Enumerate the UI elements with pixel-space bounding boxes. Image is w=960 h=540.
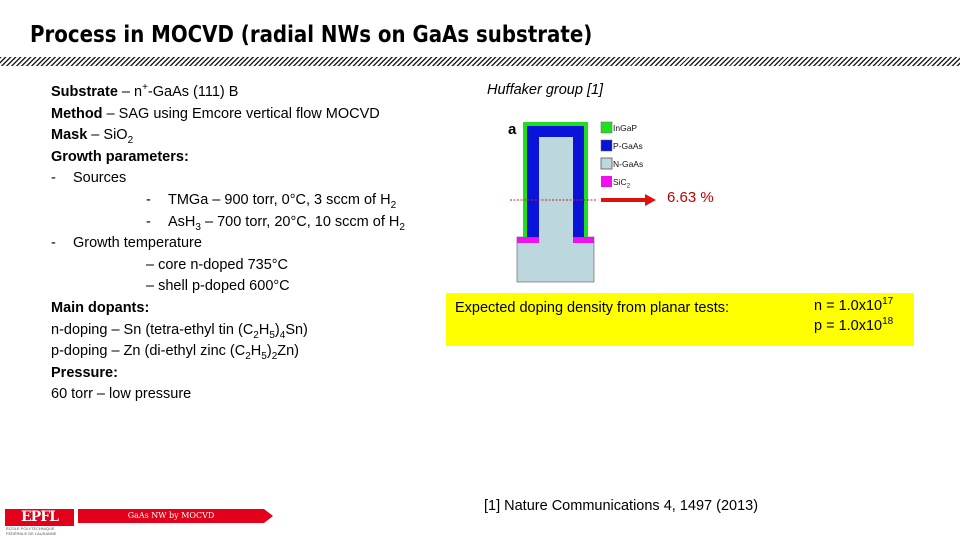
sources-line: - Sources <box>51 168 405 190</box>
shell-temp-line: – shell p-doped 600°C <box>146 278 290 295</box>
epfl-logo: EPFL ÉCOLE POLYTECHNIQUE FÉDÉRALE DE LAUS… <box>5 509 75 536</box>
logo-text: EPFL <box>21 509 59 525</box>
bullet: - <box>146 213 151 230</box>
bullet: - <box>51 170 56 187</box>
bullet: - <box>146 191 151 208</box>
p-doping-text: p-doping – Zn (di-ethyl zinc (C <box>51 343 246 360</box>
growth-temp-label: Growth temperature <box>73 235 202 252</box>
nanowire-diagram: a InGaP P-GaAs N-GaAs SiC2 <box>500 110 660 285</box>
ash3-text: AsH <box>168 213 196 230</box>
legend-swatch-ingap <box>600 121 613 134</box>
legend-text: SiC <box>613 177 627 187</box>
p-density-value: p = 1.0x10 <box>814 318 883 334</box>
slide-title: Process in MOCVD (radial NWs on GaAs sub… <box>30 22 593 48</box>
p-density-exponent: 18 <box>882 316 894 328</box>
mask-value: – SiO <box>87 127 128 144</box>
legend-label-ingap: InGaP <box>613 123 637 133</box>
bullet: - <box>51 235 56 252</box>
n-density: n = 1.0x1017 <box>814 296 894 314</box>
reference-citation: [1] Nature Communications 4, 1497 (2013) <box>484 498 759 514</box>
legend-swatch-p-gaas <box>600 139 613 152</box>
core-temp-line: – core n-doped 735°C <box>146 256 289 273</box>
mask-line: Mask – SiO2 <box>51 125 405 147</box>
dopants-heading: Main dopants: <box>51 299 150 316</box>
legend-swatch-sio2 <box>601 176 612 187</box>
n-doping-line: n-doping – Sn (tetra-ethyl tin (C2H5)4Sn… <box>51 320 405 342</box>
n-density-value: n = 1.0x10 <box>814 298 883 314</box>
panel-label: a <box>508 121 517 138</box>
n-doping-text: Sn) <box>285 321 308 338</box>
sio2-mask-left <box>517 237 539 243</box>
method-line: Method – SAG using Emcore vertical flow … <box>51 104 405 126</box>
doping-label: Expected doping density from planar test… <box>455 300 730 316</box>
method-label: Method <box>51 105 103 122</box>
substrate-rest: -GaAs (111) B <box>147 84 239 100</box>
tmga-sub: 2 <box>390 199 397 211</box>
ash3-rest: – 700 torr, 20°C, 10 sccm of H <box>200 213 400 230</box>
growth-temp-line: - Growth temperature <box>51 233 405 255</box>
legend-label-p-gaas: P-GaAs <box>613 141 643 151</box>
logo-subtitle: ÉCOLE POLYTECHNIQUE FÉDÉRALE DE LAUSANNE <box>6 526 57 536</box>
method-value: – SAG using Emcore vertical flow MOCVD <box>102 105 380 122</box>
tmga-line: - TMGa – 900 torr, 0°C, 3 sccm of H2 <box>51 190 405 212</box>
footer-title: GaAs NW by MOCVD <box>127 511 215 520</box>
n-doping-text: H <box>258 321 270 338</box>
substrate-label: Substrate <box>51 84 118 100</box>
pressure-value: 60 torr – low pressure <box>51 386 192 403</box>
ash3-sub2: 2 <box>399 221 405 233</box>
substrate-line: Substrate – n+-GaAs (111) B <box>51 82 405 104</box>
tmga-text: TMGa – 900 torr, 0°C, 3 sccm of H <box>168 191 391 208</box>
process-details: Substrate – n+-GaAs (111) B Method – SAG… <box>51 82 405 406</box>
substrate-value: – n <box>117 84 143 100</box>
growth-params-heading: Growth parameters: <box>51 148 189 165</box>
n-doping-text: n-doping – Sn (tetra-ethyl tin (C <box>51 321 254 338</box>
legend-label-n-gaas: N-GaAs <box>613 159 643 169</box>
p-doping-line: p-doping – Zn (di-ethyl zinc (C2H5)2Zn) <box>51 341 405 363</box>
n-gaas-core <box>539 137 573 238</box>
substrate-block <box>516 236 595 283</box>
pressure-heading: Pressure: <box>51 364 118 381</box>
percentage-value: 6.63 % <box>667 189 714 206</box>
p-doping-text: H <box>250 343 262 360</box>
ash3-line: - AsH3 – 700 torr, 20°C, 10 sccm of H2 <box>51 212 405 234</box>
sources-label: Sources <box>73 170 127 187</box>
footer-arrow-icon <box>264 509 273 523</box>
mask-label: Mask <box>51 127 88 144</box>
p-density: p = 1.0x1018 <box>814 316 894 334</box>
title-divider <box>0 57 960 66</box>
sio2-mask-right <box>573 237 594 243</box>
mask-sub: 2 <box>127 135 134 147</box>
logo-sub-line2: FÉDÉRALE DE LAUSANNE <box>6 530 57 536</box>
figure-caption: Huffaker group [1] <box>487 82 604 98</box>
n-density-exponent: 17 <box>882 296 894 308</box>
p-doping-text: Zn) <box>277 343 299 360</box>
legend-swatch-n-gaas <box>600 157 613 170</box>
